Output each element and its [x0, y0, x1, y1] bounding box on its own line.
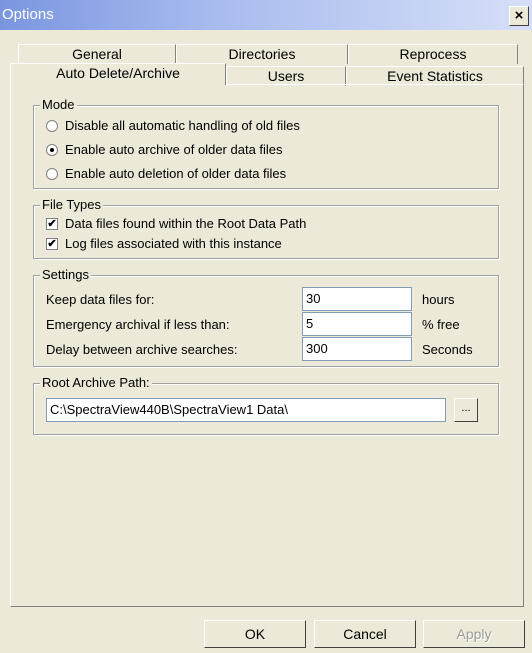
- emergency-archival-input[interactable]: 5: [302, 312, 412, 336]
- emergency-archival-label: Emergency archival if less than:: [46, 317, 230, 332]
- root-archive-path-input[interactable]: C:\SpectraView440B\SpectraView1 Data\: [46, 398, 446, 422]
- window-title: Options: [2, 6, 54, 23]
- cancel-button[interactable]: Cancel: [314, 620, 416, 648]
- checkbox[interactable]: ✔: [46, 217, 58, 230]
- file-types-group: File Types ✔ Data files found within the…: [33, 197, 499, 259]
- checkbox-data-files[interactable]: ✔ Data files found within the Root Data …: [46, 216, 306, 231]
- delay-input[interactable]: 300: [302, 337, 412, 361]
- tab-users[interactable]: Users: [226, 66, 346, 86]
- tab-panel: Mode Disable all automatic handling of o…: [10, 84, 524, 607]
- close-button[interactable]: ×: [509, 6, 529, 26]
- close-icon: ×: [514, 7, 524, 24]
- delay-unit: Seconds: [422, 342, 473, 357]
- tab-auto-delete-archive[interactable]: Auto Delete/Archive: [10, 63, 226, 85]
- mode-option-delete[interactable]: Enable auto deletion of older data files: [46, 166, 286, 181]
- keep-data-input[interactable]: 30: [302, 287, 412, 311]
- apply-button: Apply: [423, 620, 525, 648]
- checkbox[interactable]: ✔: [46, 237, 58, 250]
- ok-button[interactable]: OK: [204, 620, 306, 648]
- radio-button[interactable]: [46, 167, 58, 180]
- settings-group-label: Settings: [40, 267, 91, 282]
- emergency-archival-unit: % free: [422, 317, 460, 332]
- browse-button[interactable]: ...: [454, 398, 478, 422]
- tab-reprocess[interactable]: Reprocess: [348, 44, 518, 64]
- radio-button-selected[interactable]: [46, 143, 58, 156]
- delay-label: Delay between archive searches:: [46, 342, 238, 357]
- mode-group: Mode Disable all automatic handling of o…: [33, 97, 499, 189]
- keep-data-label: Keep data files for:: [46, 292, 155, 307]
- root-archive-group: Root Archive Path: C:\SpectraView440B\Sp…: [33, 375, 499, 435]
- title-bar: Options ×: [0, 0, 532, 30]
- file-types-group-label: File Types: [40, 197, 104, 212]
- keep-data-unit: hours: [422, 292, 455, 307]
- mode-group-label: Mode: [40, 97, 77, 112]
- checkbox-log-files[interactable]: ✔ Log files associated with this instanc…: [46, 236, 282, 251]
- tab-event-statistics[interactable]: Event Statistics: [346, 66, 524, 86]
- tab-directories[interactable]: Directories: [176, 44, 348, 64]
- mode-option-archive[interactable]: Enable auto archive of older data files: [46, 142, 283, 157]
- settings-group: Settings Keep data files for: 30 hours E…: [33, 267, 499, 367]
- root-archive-label: Root Archive Path:: [40, 375, 152, 390]
- radio-button[interactable]: [46, 119, 58, 132]
- mode-option-disable[interactable]: Disable all automatic handling of old fi…: [46, 118, 300, 133]
- tab-general[interactable]: General: [18, 44, 176, 64]
